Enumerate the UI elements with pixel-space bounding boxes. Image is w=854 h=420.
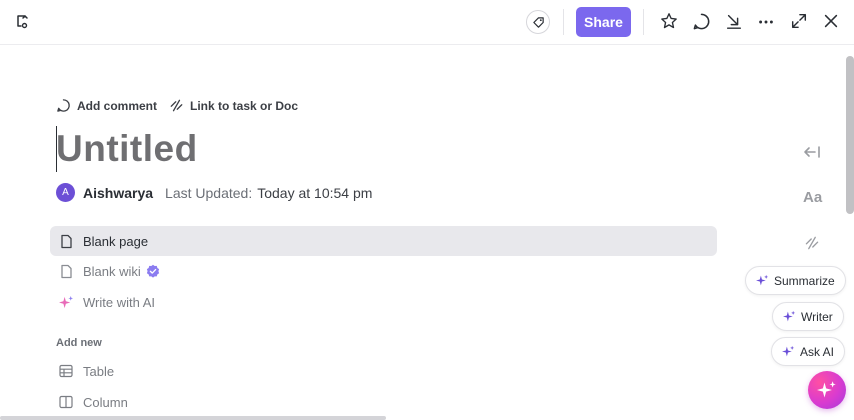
summarize-button[interactable]: Summarize (745, 266, 846, 295)
last-updated-value: Today at 10:54 pm (257, 184, 373, 201)
font-style-button[interactable]: Aa (803, 189, 822, 206)
link-task-label: Link to task or Doc (190, 98, 299, 113)
more-options-icon[interactable] (757, 13, 775, 31)
add-comment-button[interactable]: Add comment (56, 98, 157, 113)
doc-actions: Add comment Link to task or Doc (56, 98, 298, 113)
option-write-with-ai[interactable]: Write with AI (50, 287, 717, 317)
column-icon (58, 394, 74, 410)
comment-icon (57, 99, 70, 112)
verified-badge-icon (146, 264, 159, 278)
download-icon[interactable] (725, 12, 743, 30)
top-bar: Share (0, 0, 854, 45)
option-label: Table (83, 363, 115, 379)
doc-title[interactable]: Untitled (56, 128, 198, 170)
sparkle-icon (58, 294, 74, 310)
scrollbar-track (846, 46, 854, 56)
comment-icon[interactable] (692, 12, 711, 31)
expand-icon[interactable] (790, 12, 808, 30)
close-icon[interactable] (822, 12, 840, 30)
option-label: Write with AI (83, 294, 156, 310)
doc-menu-icon[interactable] (15, 14, 29, 30)
vertical-scrollbar[interactable] (846, 56, 854, 214)
horizontal-scrollbar[interactable] (0, 416, 386, 420)
option-label: Column (83, 394, 128, 410)
ask-ai-label: Ask AI (800, 344, 835, 359)
sparkle-icon (783, 310, 796, 322)
page-icon (58, 233, 74, 249)
author-name: Aishwarya (83, 184, 154, 201)
option-label: Blank page (83, 233, 149, 249)
sparkle-icon (817, 381, 836, 398)
star-icon[interactable] (660, 12, 678, 30)
add-comment-label: Add comment (77, 98, 158, 113)
divider (563, 9, 564, 35)
divider (643, 9, 644, 35)
writer-button[interactable]: Writer (772, 302, 844, 331)
doc-meta: A Aishwarya Last Updated: Today at 10:54… (56, 183, 372, 202)
sparkle-icon (782, 345, 795, 357)
collapse-sidebar-icon[interactable] (803, 144, 823, 160)
share-button[interactable]: Share (576, 7, 631, 37)
option-blank-page[interactable]: Blank page (50, 226, 717, 256)
page-icon (58, 263, 74, 279)
sparkle-icon (756, 274, 769, 286)
option-blank-wiki[interactable]: Blank wiki (50, 256, 717, 286)
option-label: Blank wiki (83, 263, 141, 279)
writer-label: Writer (801, 309, 833, 324)
tag-icon[interactable] (526, 10, 550, 34)
add-new-heading: Add new (56, 337, 102, 349)
ai-assistant-button[interactable] (808, 371, 846, 409)
add-new-table[interactable]: Table (50, 356, 717, 386)
last-updated-label: Last Updated: (165, 184, 253, 201)
link-task-button[interactable]: Link to task or Doc (169, 98, 298, 113)
link-icon (170, 99, 183, 112)
link-icon[interactable] (804, 235, 820, 251)
avatar[interactable]: A (56, 183, 75, 202)
table-icon (58, 363, 74, 379)
add-new-column[interactable]: Column (50, 387, 717, 417)
ask-ai-button[interactable]: Ask AI (771, 337, 846, 366)
summarize-label: Summarize (774, 273, 835, 288)
